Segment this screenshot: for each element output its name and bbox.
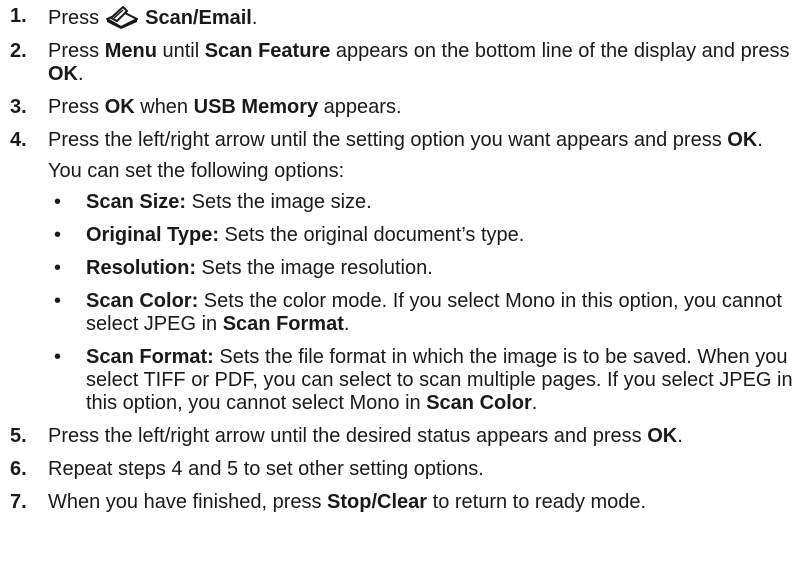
step-6: 6. Repeat steps 4 and 5 to set other sett… (0, 458, 810, 481)
step-4: 4. Press the left/right arrow until the s… (0, 129, 810, 415)
bullet: • (54, 191, 62, 213)
step-2: 2. Press Menu until Scan Feature appears … (0, 40, 810, 86)
bullet: • (54, 257, 62, 279)
scanner-icon (105, 5, 139, 29)
step-number: 7. (10, 491, 27, 513)
step-text: Repeat steps 4 and 5 to set other settin… (48, 458, 484, 480)
step-1: 1. Press Scan/Email. (0, 5, 810, 30)
step-text: Press Menu until Scan Feature appears on… (48, 40, 790, 85)
option-original-type: • Original Type: Sets the original docume… (54, 224, 525, 246)
step-5: 5. Press the left/right arrow until the d… (0, 425, 810, 448)
step-7: 7. When you have finished, press Stop/Cle… (0, 491, 810, 514)
bullet: • (54, 224, 62, 246)
step-text: Press the left/right arrow until the set… (48, 129, 763, 151)
option-resolution: • Resolution: Sets the image resolution. (54, 257, 433, 279)
step-text: Press OK when USB Memory appears. (48, 96, 402, 118)
step-number: 3. (10, 96, 27, 118)
instruction-list: 1. Press Scan/Email. 2. Press Menu until S… (0, 0, 810, 514)
step-number: 2. (10, 40, 27, 62)
step-number: 6. (10, 458, 27, 480)
option-scan-format: • Scan Format: Sets the file format in wh… (54, 346, 793, 414)
option-scan-size: • Scan Size: Sets the image size. (54, 191, 372, 213)
bullet: • (54, 290, 62, 312)
options-list: • Scan Size: Sets the image size. • Origin… (48, 191, 810, 415)
step-text: Press Scan/Email. (48, 5, 258, 29)
step-number: 1. (10, 5, 27, 27)
step-3: 3. Press OK when USB Memory appears. (0, 96, 810, 119)
options-intro: You can set the following options: (48, 160, 345, 182)
bullet: • (54, 346, 62, 368)
option-scan-color: • Scan Color: Sets the color mode. If you… (54, 290, 782, 335)
step-number: 5. (10, 425, 27, 447)
step-text: When you have finished, press Stop/Clear… (48, 491, 647, 513)
step-number: 4. (10, 129, 27, 151)
step-text: Press the left/right arrow until the des… (48, 425, 683, 447)
